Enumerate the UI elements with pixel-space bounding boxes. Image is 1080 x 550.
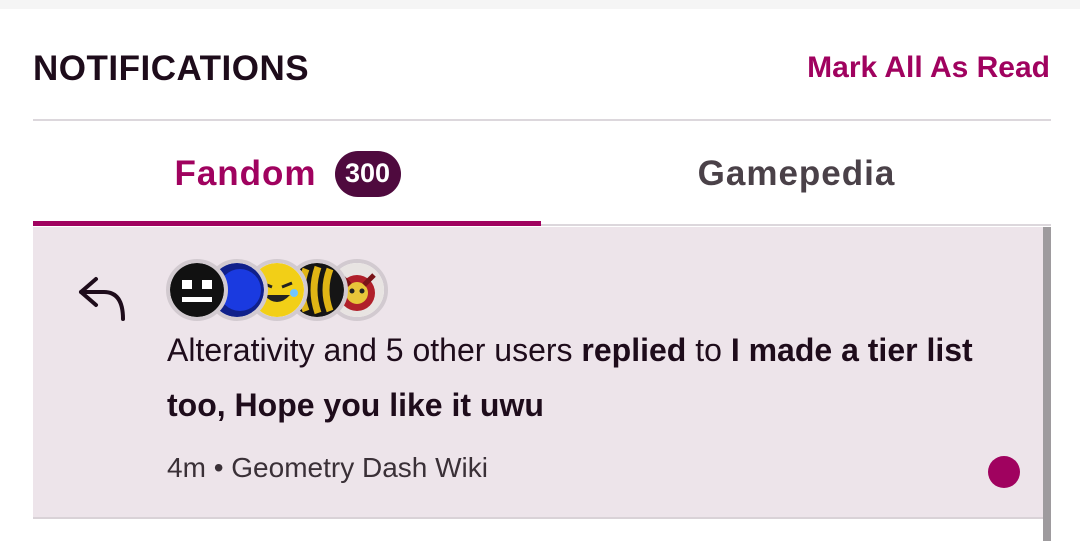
- tab-gamepedia[interactable]: Gamepedia: [542, 121, 1051, 226]
- meta-separator: •: [213, 452, 224, 483]
- unread-indicator: [988, 456, 1020, 488]
- reply-arrow-icon: [79, 277, 125, 321]
- notification-message: Alterativity and 5 other users replied t…: [167, 323, 1017, 433]
- tab-underline: [541, 224, 1051, 226]
- avatar: [166, 259, 228, 321]
- notification-separator: [33, 517, 1043, 519]
- notification-item[interactable]: Alterativity and 5 other users replied t…: [33, 227, 1043, 517]
- mark-all-read-button[interactable]: Mark All As Read: [807, 51, 1050, 85]
- notification-meta: 4m • Geometry Dash Wiki: [167, 452, 488, 484]
- active-tab-indicator: [33, 221, 541, 226]
- tab-fandom[interactable]: Fandom 300: [33, 121, 542, 226]
- wiki-name: Geometry Dash Wiki: [231, 452, 488, 483]
- scrollbar[interactable]: [1043, 227, 1051, 541]
- unread-count-badge: 300: [334, 150, 401, 197]
- action-verb: replied: [581, 332, 687, 368]
- page-title: NOTIFICATIONS: [33, 49, 310, 88]
- tab-fandom-label: Fandom: [174, 153, 317, 193]
- notification-tabs: Fandom 300 Gamepedia: [33, 121, 1051, 226]
- action-connector: to: [695, 332, 722, 368]
- timestamp: 4m: [167, 452, 206, 483]
- notifications-header: NOTIFICATIONS Mark All As Read: [33, 9, 1050, 128]
- tab-gamepedia-label: Gamepedia: [697, 153, 896, 193]
- actor-names: Alterativity and 5 other users: [167, 332, 573, 368]
